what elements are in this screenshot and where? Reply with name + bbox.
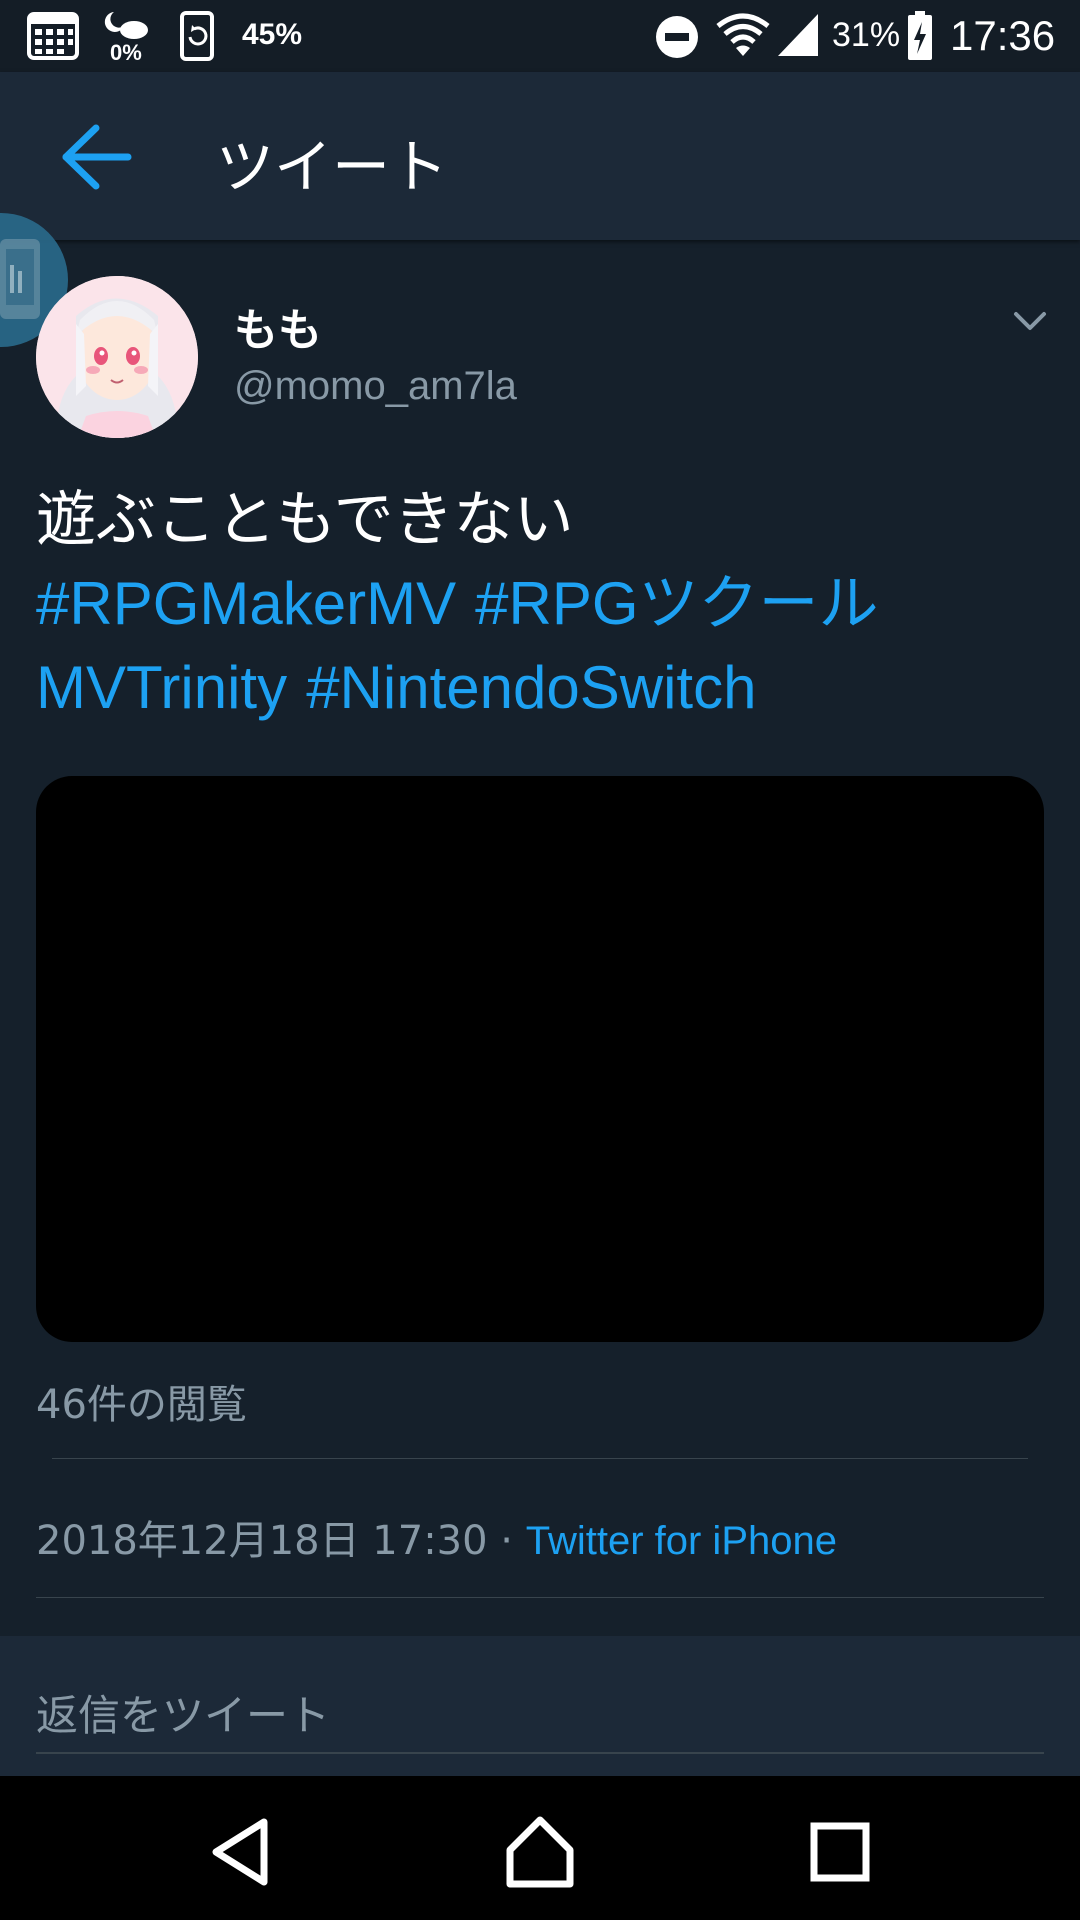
hashtag-link[interactable]: #RPGMakerMV (36, 570, 456, 637)
tweet-text: 遊ぶこともできない (36, 485, 574, 555)
signal-icon (778, 14, 818, 56)
hashtag-link[interactable]: #RPGツクール (475, 570, 878, 637)
tweet-meta: 2018年12月18日 17:30 · Twitter for iPhone (36, 1508, 837, 1566)
user-handle[interactable]: @momo_am7la (234, 364, 517, 409)
status-time: 17:36 (950, 12, 1056, 59)
hashtag-link[interactable]: MVTrinity (36, 654, 287, 721)
home-icon[interactable] (500, 1812, 580, 1892)
battery-percent: 31% (832, 16, 901, 54)
sync-icon (180, 11, 214, 61)
arrow-left-icon[interactable] (56, 122, 136, 192)
timestamp: 2018年12月18日 17:30 · (36, 1518, 526, 1564)
calendar-icon (27, 12, 79, 60)
status-bar: 0% 45% 31% 17:36 (0, 0, 1080, 72)
hashtag-line-1: #RPGMakerMV #RPGツクール (36, 562, 1036, 646)
view-count: 46件の閲覧 (36, 1382, 247, 1428)
weather-percent: 0% (110, 40, 142, 65)
reply-input[interactable]: 返信をツイート (36, 1682, 1044, 1754)
divider (36, 1597, 1044, 1598)
tweet-body: 遊ぶこともできない #RPGMakerMV #RPGツクール MVTrinity… (36, 478, 1036, 730)
hashtag-link[interactable]: #NintendoSwitch (306, 654, 756, 721)
do-not-disturb-icon (656, 16, 698, 58)
weather-icon (104, 12, 148, 39)
top-app-bar: ツイート (0, 72, 1080, 240)
chevron-down-icon[interactable] (1010, 306, 1050, 336)
left-percent: 45% (242, 18, 303, 51)
display-name[interactable]: もも (234, 294, 322, 358)
battery-charging-icon (908, 11, 932, 60)
system-nav-bar (0, 1776, 1080, 1920)
avatar-illustration (36, 276, 198, 438)
recents-square-icon[interactable] (800, 1812, 880, 1892)
wifi-icon (716, 13, 770, 56)
reply-bar: 返信をツイート (0, 1636, 1080, 1776)
phone-icon (0, 239, 40, 319)
divider (52, 1458, 1028, 1459)
back-triangle-icon[interactable] (202, 1812, 282, 1892)
avatar[interactable] (36, 276, 198, 438)
tweet-media[interactable] (36, 776, 1044, 1342)
source-link[interactable]: Twitter for iPhone (526, 1519, 837, 1563)
hashtag-line-2: MVTrinity #NintendoSwitch (36, 646, 1036, 730)
page-title: ツイート (216, 133, 449, 201)
